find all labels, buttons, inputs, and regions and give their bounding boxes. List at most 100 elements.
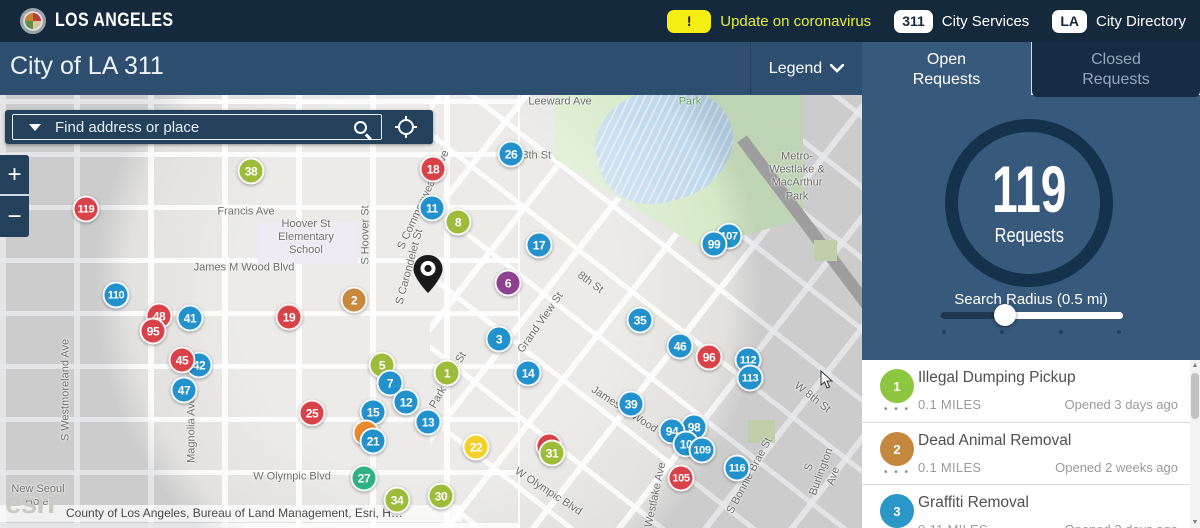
request-list: 1• • • Illegal Dumping Pickup 0.1 MILES Ope…: [862, 360, 1200, 528]
search-radius-slider[interactable]: [940, 312, 1123, 319]
map-canvas[interactable]: Leeward AveParkW 8th StFrancis AveHoover…: [0, 95, 862, 528]
map-marker[interactable]: 22: [463, 434, 490, 461]
map-marker[interactable]: 99: [701, 231, 728, 258]
la-city-seal-icon: [20, 8, 46, 34]
brand-title: LOS ANGELES: [55, 10, 173, 32]
map-marker[interactable]: 26: [498, 141, 525, 168]
map-marker[interactable]: 31: [539, 440, 566, 467]
map-marker[interactable]: 21: [360, 428, 387, 455]
request-title: Illegal Dumping Pickup: [918, 369, 1076, 387]
request-title: Dead Animal Removal: [918, 432, 1071, 450]
search-icon[interactable]: [354, 121, 367, 134]
locate-icon: [394, 115, 418, 139]
slider-handle[interactable]: [994, 304, 1016, 326]
zoom-controls: + −: [0, 155, 29, 237]
slider-tick: [1117, 330, 1121, 334]
map-marker[interactable]: 19: [276, 304, 303, 331]
esri-logo: esri: [5, 487, 54, 521]
map-marker[interactable]: 46: [667, 333, 694, 360]
street-label: Park: [679, 95, 702, 108]
map-marker[interactable]: 12: [393, 389, 420, 416]
request-list-item[interactable]: 1• • • Illegal Dumping Pickup 0.1 MILES Ope…: [862, 360, 1190, 422]
tab-closed-label: Closed Requests: [1082, 50, 1150, 90]
zoom-in-button[interactable]: +: [0, 155, 29, 196]
street-label: Hoover St Elementary School: [278, 218, 334, 258]
map-marker[interactable]: 25: [299, 400, 326, 427]
map-marker[interactable]: 8: [445, 209, 472, 236]
request-count: 119: [992, 158, 1067, 221]
badge-la[interactable]: LA: [1052, 10, 1087, 33]
tab-open-requests[interactable]: Open Requests: [862, 42, 1031, 97]
alert-icon[interactable]: !: [667, 10, 711, 33]
tab-open-label: Open Requests: [913, 50, 981, 90]
map-marker[interactable]: 30: [428, 483, 455, 510]
map-marker[interactable]: 113: [737, 365, 764, 392]
badge-311[interactable]: 311: [894, 10, 933, 33]
request-number-badge: 3: [880, 494, 914, 528]
request-title: Graffiti Removal: [918, 494, 1029, 512]
map-marker[interactable]: 17: [526, 232, 553, 259]
map-marker[interactable]: 41: [177, 305, 204, 332]
map-marker[interactable]: 116: [724, 455, 751, 482]
scroll-up-icon[interactable]: ▲: [1190, 362, 1200, 369]
slider-tick: [1059, 330, 1063, 334]
city-services-link[interactable]: City Services: [942, 13, 1030, 30]
map-marker[interactable]: 105: [668, 465, 695, 492]
request-distance: 0.1 MILES: [918, 460, 981, 475]
map-marker[interactable]: 13: [415, 409, 442, 436]
map-marker[interactable]: 34: [384, 487, 411, 514]
map-search-bar: [5, 110, 433, 144]
map-marker[interactable]: 95: [140, 318, 167, 345]
open-requests-panel: 119 Requests Search Radius (0.5 mi) 1• •…: [862, 95, 1200, 528]
street-label: Leeward Ave: [528, 95, 591, 108]
slider-tick: [1000, 330, 1004, 334]
zoom-out-button[interactable]: −: [0, 196, 29, 237]
request-distance: 0.1 MILES: [918, 397, 981, 412]
street-label: Francis Ave: [217, 205, 274, 218]
green-space: [814, 240, 837, 261]
map-marker[interactable]: 27: [351, 465, 378, 492]
page-title: City of LA 311: [10, 52, 164, 81]
street-label: Metro-Westlake & MacArthur Park: [765, 151, 830, 204]
app-root: LOS ANGELES ! Update on coronavirus 311 …: [0, 0, 1200, 528]
coronavirus-link[interactable]: Update on coronavirus: [720, 13, 871, 30]
map-marker[interactable]: 119: [73, 196, 100, 223]
map-marker[interactable]: 38: [238, 158, 265, 185]
request-count-ring: 119 Requests: [945, 119, 1113, 287]
scroll-down-icon[interactable]: ▼: [1190, 519, 1200, 526]
request-list-item[interactable]: 3• • •Graffiti Removal0.11 MILESOpened 2…: [862, 484, 1190, 528]
map-marker[interactable]: 110: [103, 282, 130, 309]
map-marker[interactable]: 14: [515, 360, 542, 387]
request-opened: Opened 3 days ago: [1065, 397, 1178, 412]
map-marker[interactable]: 18: [420, 156, 447, 183]
street-label: James M Wood Blvd: [194, 261, 295, 274]
mouse-cursor: [820, 370, 833, 389]
map-marker[interactable]: 35: [627, 307, 654, 334]
locate-me-button[interactable]: [383, 110, 429, 144]
request-list-item[interactable]: 2• • •Dead Animal Removal0.1 MILESOpened…: [862, 422, 1190, 484]
request-list-scrollbar[interactable]: ▲ ▼: [1190, 360, 1200, 528]
search-input-box: [12, 114, 382, 140]
map-marker[interactable]: 109: [689, 437, 716, 464]
request-number-badge: 1: [880, 369, 914, 403]
search-input[interactable]: [55, 119, 354, 136]
map-marker[interactable]: 11: [419, 195, 446, 222]
map-marker[interactable]: 47: [171, 377, 198, 404]
legend-label: Legend: [769, 60, 822, 78]
request-opened: Opened 2 days ago: [1065, 522, 1178, 528]
legend-button[interactable]: Legend: [750, 42, 862, 95]
map-marker[interactable]: 45: [169, 347, 196, 374]
map-marker[interactable]: 96: [696, 344, 723, 371]
city-directory-link[interactable]: City Directory: [1096, 13, 1186, 30]
request-options-dots: • • •: [880, 404, 914, 415]
map-marker[interactable]: 1: [434, 360, 461, 387]
map-marker[interactable]: 2: [341, 287, 368, 314]
tab-closed-requests[interactable]: Closed Requests: [1032, 42, 1200, 97]
search-dropdown-arrow-icon[interactable]: [29, 124, 41, 131]
topbar-right: ! Update on coronavirus 311 City Service…: [667, 0, 1186, 42]
request-count-label: Requests: [994, 225, 1063, 248]
scrollbar-thumb[interactable]: [1191, 373, 1199, 419]
map-marker[interactable]: 6: [495, 270, 522, 297]
map-marker[interactable]: 39: [618, 391, 645, 418]
map-marker[interactable]: 3: [486, 326, 513, 353]
